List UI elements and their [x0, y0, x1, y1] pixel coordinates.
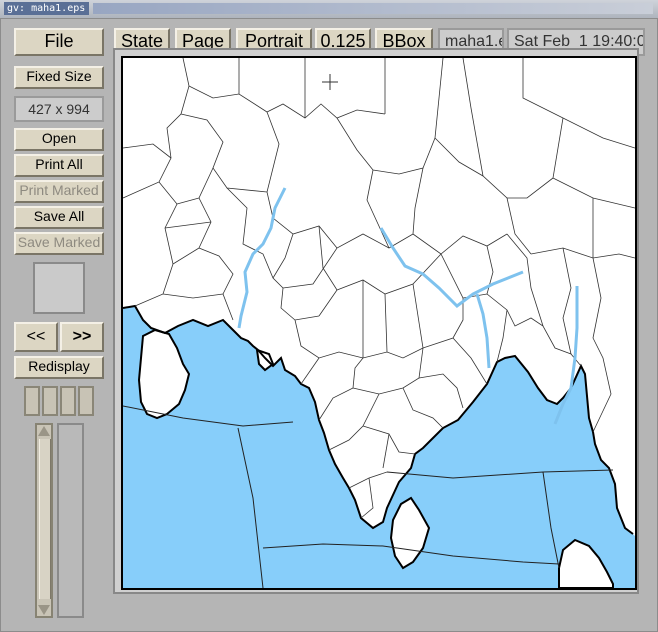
redisplay-button[interactable]: Redisplay	[14, 356, 104, 379]
scroll-down-arrow-icon[interactable]	[38, 605, 50, 615]
prev-page-button[interactable]: <<	[14, 322, 58, 352]
save-all-button[interactable]: Save All	[14, 206, 104, 229]
india-map	[123, 58, 635, 588]
print-marked-button[interactable]: Print Marked	[14, 180, 104, 203]
mark-toggle[interactable]	[78, 386, 94, 416]
save-marked-button[interactable]: Save Marked	[14, 232, 104, 255]
page-list[interactable]	[57, 423, 84, 618]
document-page[interactable]	[121, 56, 637, 590]
open-button[interactable]: Open	[14, 128, 104, 151]
mark-toggle[interactable]	[24, 386, 40, 416]
scroll-up-arrow-icon[interactable]	[38, 426, 50, 436]
fixed-size-button[interactable]: Fixed Size	[14, 66, 104, 89]
page-thumbnail[interactable]	[33, 262, 85, 314]
mark-toggle[interactable]	[42, 386, 58, 416]
page-dimensions: 427 x 994	[14, 96, 104, 122]
window-title: gv: maha1.eps	[4, 2, 90, 15]
file-button[interactable]: File	[14, 28, 104, 56]
mark-toggle[interactable]	[60, 386, 76, 416]
print-all-button[interactable]: Print All	[14, 154, 104, 177]
page-list-scrollbar[interactable]	[35, 423, 53, 618]
scroll-thumb[interactable]	[39, 439, 51, 599]
next-page-button[interactable]: >>	[60, 322, 104, 352]
titlebar-fill	[93, 3, 653, 14]
window-titlebar[interactable]: gv: maha1.eps	[0, 0, 658, 19]
